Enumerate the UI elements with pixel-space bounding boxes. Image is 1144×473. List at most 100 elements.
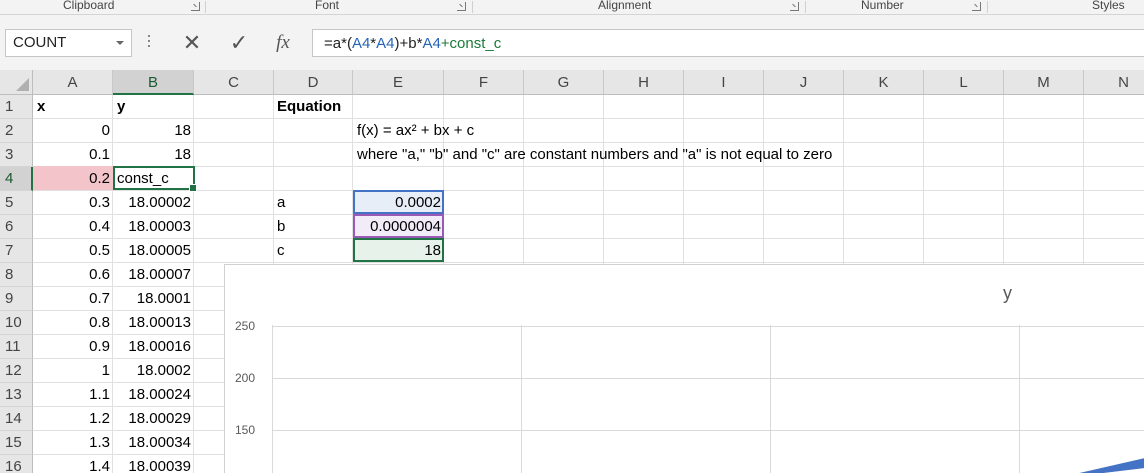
ribbon-separator bbox=[205, 1, 206, 13]
column-header-k[interactable]: K bbox=[844, 70, 924, 95]
row-header-8[interactable]: 8 bbox=[0, 263, 33, 287]
column-header-f[interactable]: F bbox=[444, 70, 524, 95]
constant-value-c[interactable]: 18 bbox=[353, 239, 444, 263]
grid-row-line bbox=[33, 190, 1144, 191]
row-header-1[interactable]: 1 bbox=[0, 95, 33, 119]
cell-y-value[interactable]: 18.00005 bbox=[113, 239, 194, 263]
row-header-7[interactable]: 7 bbox=[0, 239, 33, 263]
grid-row-line bbox=[33, 214, 1144, 215]
constant-value-b[interactable]: 0.0000004 bbox=[353, 215, 444, 239]
cell-y-value[interactable]: 18.00007 bbox=[113, 263, 194, 287]
cell-x-value[interactable]: 1.4 bbox=[33, 455, 113, 473]
cell-x-value[interactable]: 0.1 bbox=[33, 143, 113, 167]
row-header-14[interactable]: 14 bbox=[0, 407, 33, 431]
column-header-h[interactable]: H bbox=[604, 70, 684, 95]
clipboard-launcher-icon[interactable] bbox=[191, 2, 200, 11]
cell-x-value[interactable]: 0.7 bbox=[33, 287, 113, 311]
cell-x-value[interactable]: 0.8 bbox=[33, 311, 113, 335]
worksheet-grid[interactable]: ABCDEFGHIJKLMN 1 2 3 4 5 6 7 8 9 10 11 12 13 14 15 16 x… bbox=[0, 70, 1144, 473]
cell-y-value[interactable]: 18 bbox=[113, 119, 194, 143]
row-header-6[interactable]: 6 bbox=[0, 215, 33, 239]
column-header-g[interactable]: G bbox=[524, 70, 604, 95]
column-header-m[interactable]: M bbox=[1004, 70, 1084, 95]
grid-row-line bbox=[33, 262, 1144, 263]
chevron-down-icon[interactable] bbox=[116, 41, 124, 45]
cell-x-value[interactable]: 0.6 bbox=[33, 263, 113, 287]
ribbon-group-number: Number bbox=[861, 0, 904, 12]
alignment-launcher-icon[interactable] bbox=[790, 2, 799, 11]
column-header-n[interactable]: N bbox=[1084, 70, 1144, 95]
column-header-c[interactable]: C bbox=[194, 70, 274, 95]
select-all-corner[interactable] bbox=[0, 70, 33, 95]
cell-y-value[interactable]: 18.00034 bbox=[113, 431, 194, 455]
grid-row-line bbox=[33, 118, 1144, 119]
row-header-15[interactable]: 15 bbox=[0, 431, 33, 455]
chart-series-svg bbox=[1079, 458, 1144, 473]
column-header-d[interactable]: D bbox=[274, 70, 353, 95]
name-box[interactable]: COUNT bbox=[5, 29, 132, 57]
cell-x-value[interactable]: 0.4 bbox=[33, 215, 113, 239]
ribbon-group-font: Font bbox=[315, 0, 340, 12]
cell-x-value[interactable]: 0.9 bbox=[33, 335, 113, 359]
row-header-5[interactable]: 5 bbox=[0, 191, 33, 215]
row-header-9[interactable]: 9 bbox=[0, 287, 33, 311]
ribbon-group-labels: Clipboard Font Alignment Number Styles bbox=[0, 0, 1144, 15]
cell-x-value[interactable]: 0 bbox=[33, 119, 113, 143]
chart[interactable]: y 250 200 150 bbox=[224, 264, 1144, 473]
cell-header-y[interactable]: y bbox=[117, 95, 193, 119]
row-header-2[interactable]: 2 bbox=[0, 119, 33, 143]
formula-token: A4 bbox=[422, 35, 441, 52]
cell-x-value[interactable]: 0.3 bbox=[33, 191, 113, 215]
row-header-4[interactable]: 4 bbox=[0, 167, 33, 191]
cell-y-value[interactable]: 18.00039 bbox=[113, 455, 194, 473]
formula-token: +const_c bbox=[440, 35, 502, 52]
ribbon-group-clipboard: Clipboard bbox=[63, 0, 115, 12]
formula-token: =a*( bbox=[324, 35, 352, 52]
cell-x-value[interactable]: 1.2 bbox=[33, 407, 113, 431]
row-header-11[interactable]: 11 bbox=[0, 335, 33, 359]
ribbon-group-styles: Styles bbox=[1092, 0, 1125, 12]
row-header-13[interactable]: 13 bbox=[0, 383, 33, 407]
formula-token: A4 bbox=[376, 35, 395, 52]
font-launcher-icon[interactable] bbox=[457, 2, 466, 11]
number-launcher-icon[interactable] bbox=[972, 2, 981, 11]
column-header-l[interactable]: L bbox=[924, 70, 1004, 95]
formula-token: A4 bbox=[351, 35, 371, 52]
column-header-e[interactable]: E bbox=[353, 70, 444, 95]
row-header-16[interactable]: 16 bbox=[0, 455, 33, 473]
cell-y-value[interactable]: 18.00013 bbox=[113, 311, 194, 335]
column-header-j[interactable]: J bbox=[764, 70, 844, 95]
constant-value-a[interactable]: 0.0002 bbox=[353, 191, 444, 215]
cell-x-value[interactable]: 1.1 bbox=[33, 383, 113, 407]
row-header-10[interactable]: 10 bbox=[0, 311, 33, 335]
column-header-a[interactable]: A bbox=[33, 70, 113, 95]
cell-x-value[interactable]: 0.2 bbox=[33, 167, 113, 191]
chart-series-line bbox=[1079, 458, 1144, 473]
column-header-b[interactable]: B bbox=[113, 70, 194, 95]
cell-y-value[interactable]: 18.0001 bbox=[113, 287, 194, 311]
cell-x-value[interactable]: 0.5 bbox=[33, 239, 113, 263]
formula-input[interactable]: =a*(A4*A4)+b*A4+const_c bbox=[312, 29, 1144, 57]
cell-y-value[interactable]: 18.00016 bbox=[113, 335, 194, 359]
constant-label-c: c bbox=[277, 242, 285, 259]
cell-y-value[interactable]: 18.00024 bbox=[113, 383, 194, 407]
active-cell-selection[interactable] bbox=[113, 166, 197, 192]
cell-x-value[interactable]: 1 bbox=[33, 359, 113, 383]
cell-header-x[interactable]: x bbox=[37, 95, 111, 119]
cell-y-value[interactable]: 18 bbox=[113, 143, 194, 167]
cell-y-value[interactable]: 18.00003 bbox=[113, 215, 194, 239]
cell-y-value[interactable]: 18.0002 bbox=[113, 359, 194, 383]
column-header-i[interactable]: I bbox=[684, 70, 764, 95]
constant-label-b: b bbox=[277, 218, 286, 235]
row-header-12[interactable]: 12 bbox=[0, 359, 33, 383]
grid-row-line bbox=[33, 238, 1144, 239]
enter-icon[interactable]: ✓ bbox=[227, 29, 251, 57]
cell-x-value[interactable]: 1.3 bbox=[33, 431, 113, 455]
row-header-3[interactable]: 3 bbox=[0, 143, 33, 167]
cell-y-value[interactable]: 18.00029 bbox=[113, 407, 194, 431]
cancel-icon[interactable]: ✕ bbox=[180, 29, 204, 57]
cell-y-value[interactable]: 18.00002 bbox=[113, 191, 194, 215]
grip-icon[interactable] bbox=[148, 35, 151, 51]
insert-function-icon[interactable]: fx bbox=[270, 29, 296, 57]
formula-token: )+b* bbox=[394, 35, 423, 52]
